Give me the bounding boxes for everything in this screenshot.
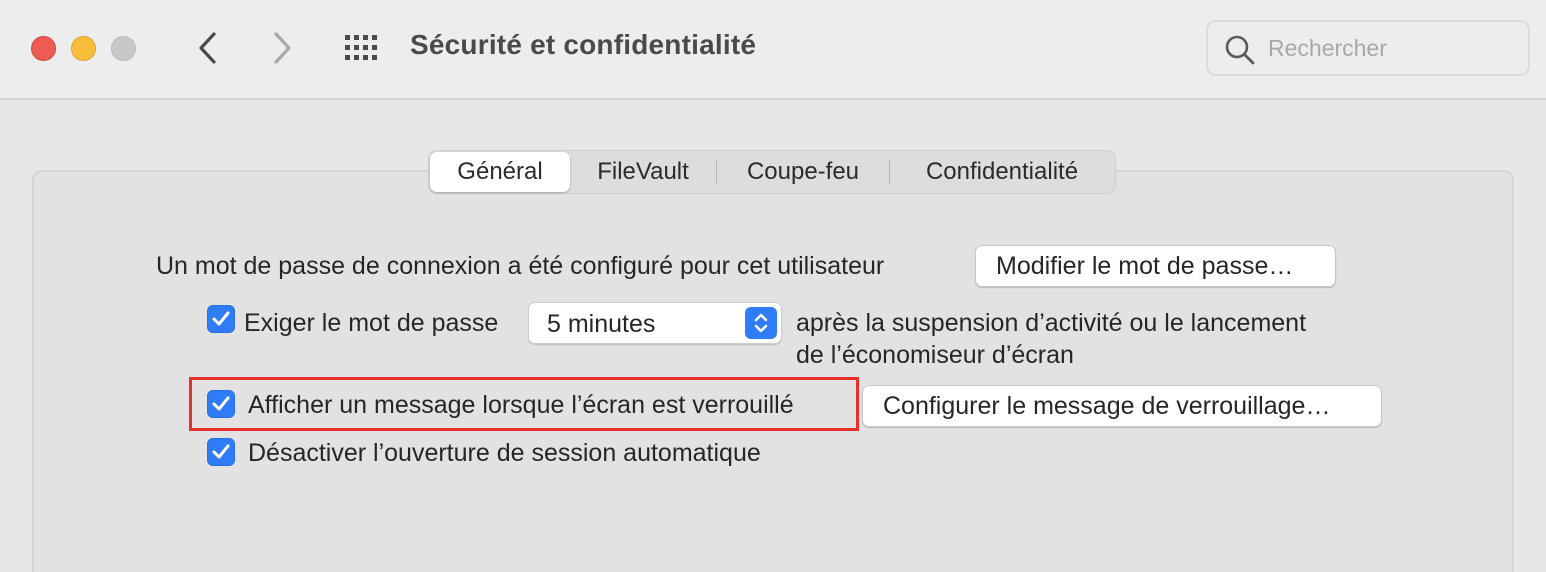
- checkmark-icon: [212, 311, 230, 326]
- updown-arrows-icon: [745, 307, 777, 339]
- require-password-label: Exiger le mot de passe: [244, 309, 499, 337]
- back-button[interactable]: [188, 26, 228, 70]
- show-all-button[interactable]: [340, 30, 386, 66]
- configure-lock-message-button[interactable]: Configurer le message de verrouillage…: [862, 385, 1382, 427]
- tab-firewall[interactable]: Coupe-feu: [717, 152, 889, 192]
- tab-filevault[interactable]: FileVault: [570, 152, 716, 192]
- require-password-after-text-line2: de l’économiseur d’écran: [796, 341, 1074, 369]
- zoom-window-button[interactable]: [111, 36, 136, 61]
- chevron-left-icon: [199, 32, 216, 64]
- window-title: Sécurité et confidentialité: [410, 29, 757, 60]
- toolbar: Sécurité et confidentialité: [0, 0, 1546, 100]
- password-delay-select[interactable]: 5 minutes: [528, 302, 782, 344]
- show-message-label: Afficher un message lorsque l’écran est …: [248, 391, 794, 419]
- checkmark-icon: [212, 444, 230, 459]
- change-password-button[interactable]: Modifier le mot de passe…: [975, 245, 1336, 287]
- disable-auto-login-label: Désactiver l’ouverture de session automa…: [248, 439, 761, 467]
- tab-general[interactable]: Général: [430, 152, 570, 192]
- close-window-button[interactable]: [31, 36, 56, 61]
- grid-dots-icon: [345, 35, 377, 60]
- password-delay-value: 5 minutes: [547, 310, 656, 338]
- minimize-window-button[interactable]: [71, 36, 96, 61]
- disable-auto-login-checkbox[interactable]: [207, 438, 235, 466]
- password-configured-text: Un mot de passe de connexion a été confi…: [156, 252, 885, 280]
- checkmark-icon: [212, 396, 230, 411]
- chevron-right-icon: [274, 32, 291, 64]
- tab-privacy[interactable]: Confidentialité: [890, 152, 1114, 192]
- forward-button[interactable]: [262, 26, 302, 70]
- tab-bar: Général FileVault Coupe-feu Confidential…: [428, 150, 1116, 194]
- preferences-window: Sécurité et confidentialité Général File…: [0, 0, 1546, 572]
- require-password-after-text-line1: après la suspension d’activité ou le lan…: [796, 309, 1307, 337]
- search-field[interactable]: [1206, 20, 1530, 76]
- search-input[interactable]: [1268, 30, 1518, 66]
- search-icon: [1225, 35, 1255, 65]
- content-panel: [32, 170, 1514, 572]
- show-message-checkbox[interactable]: [207, 390, 235, 418]
- require-password-checkbox[interactable]: [207, 305, 235, 333]
